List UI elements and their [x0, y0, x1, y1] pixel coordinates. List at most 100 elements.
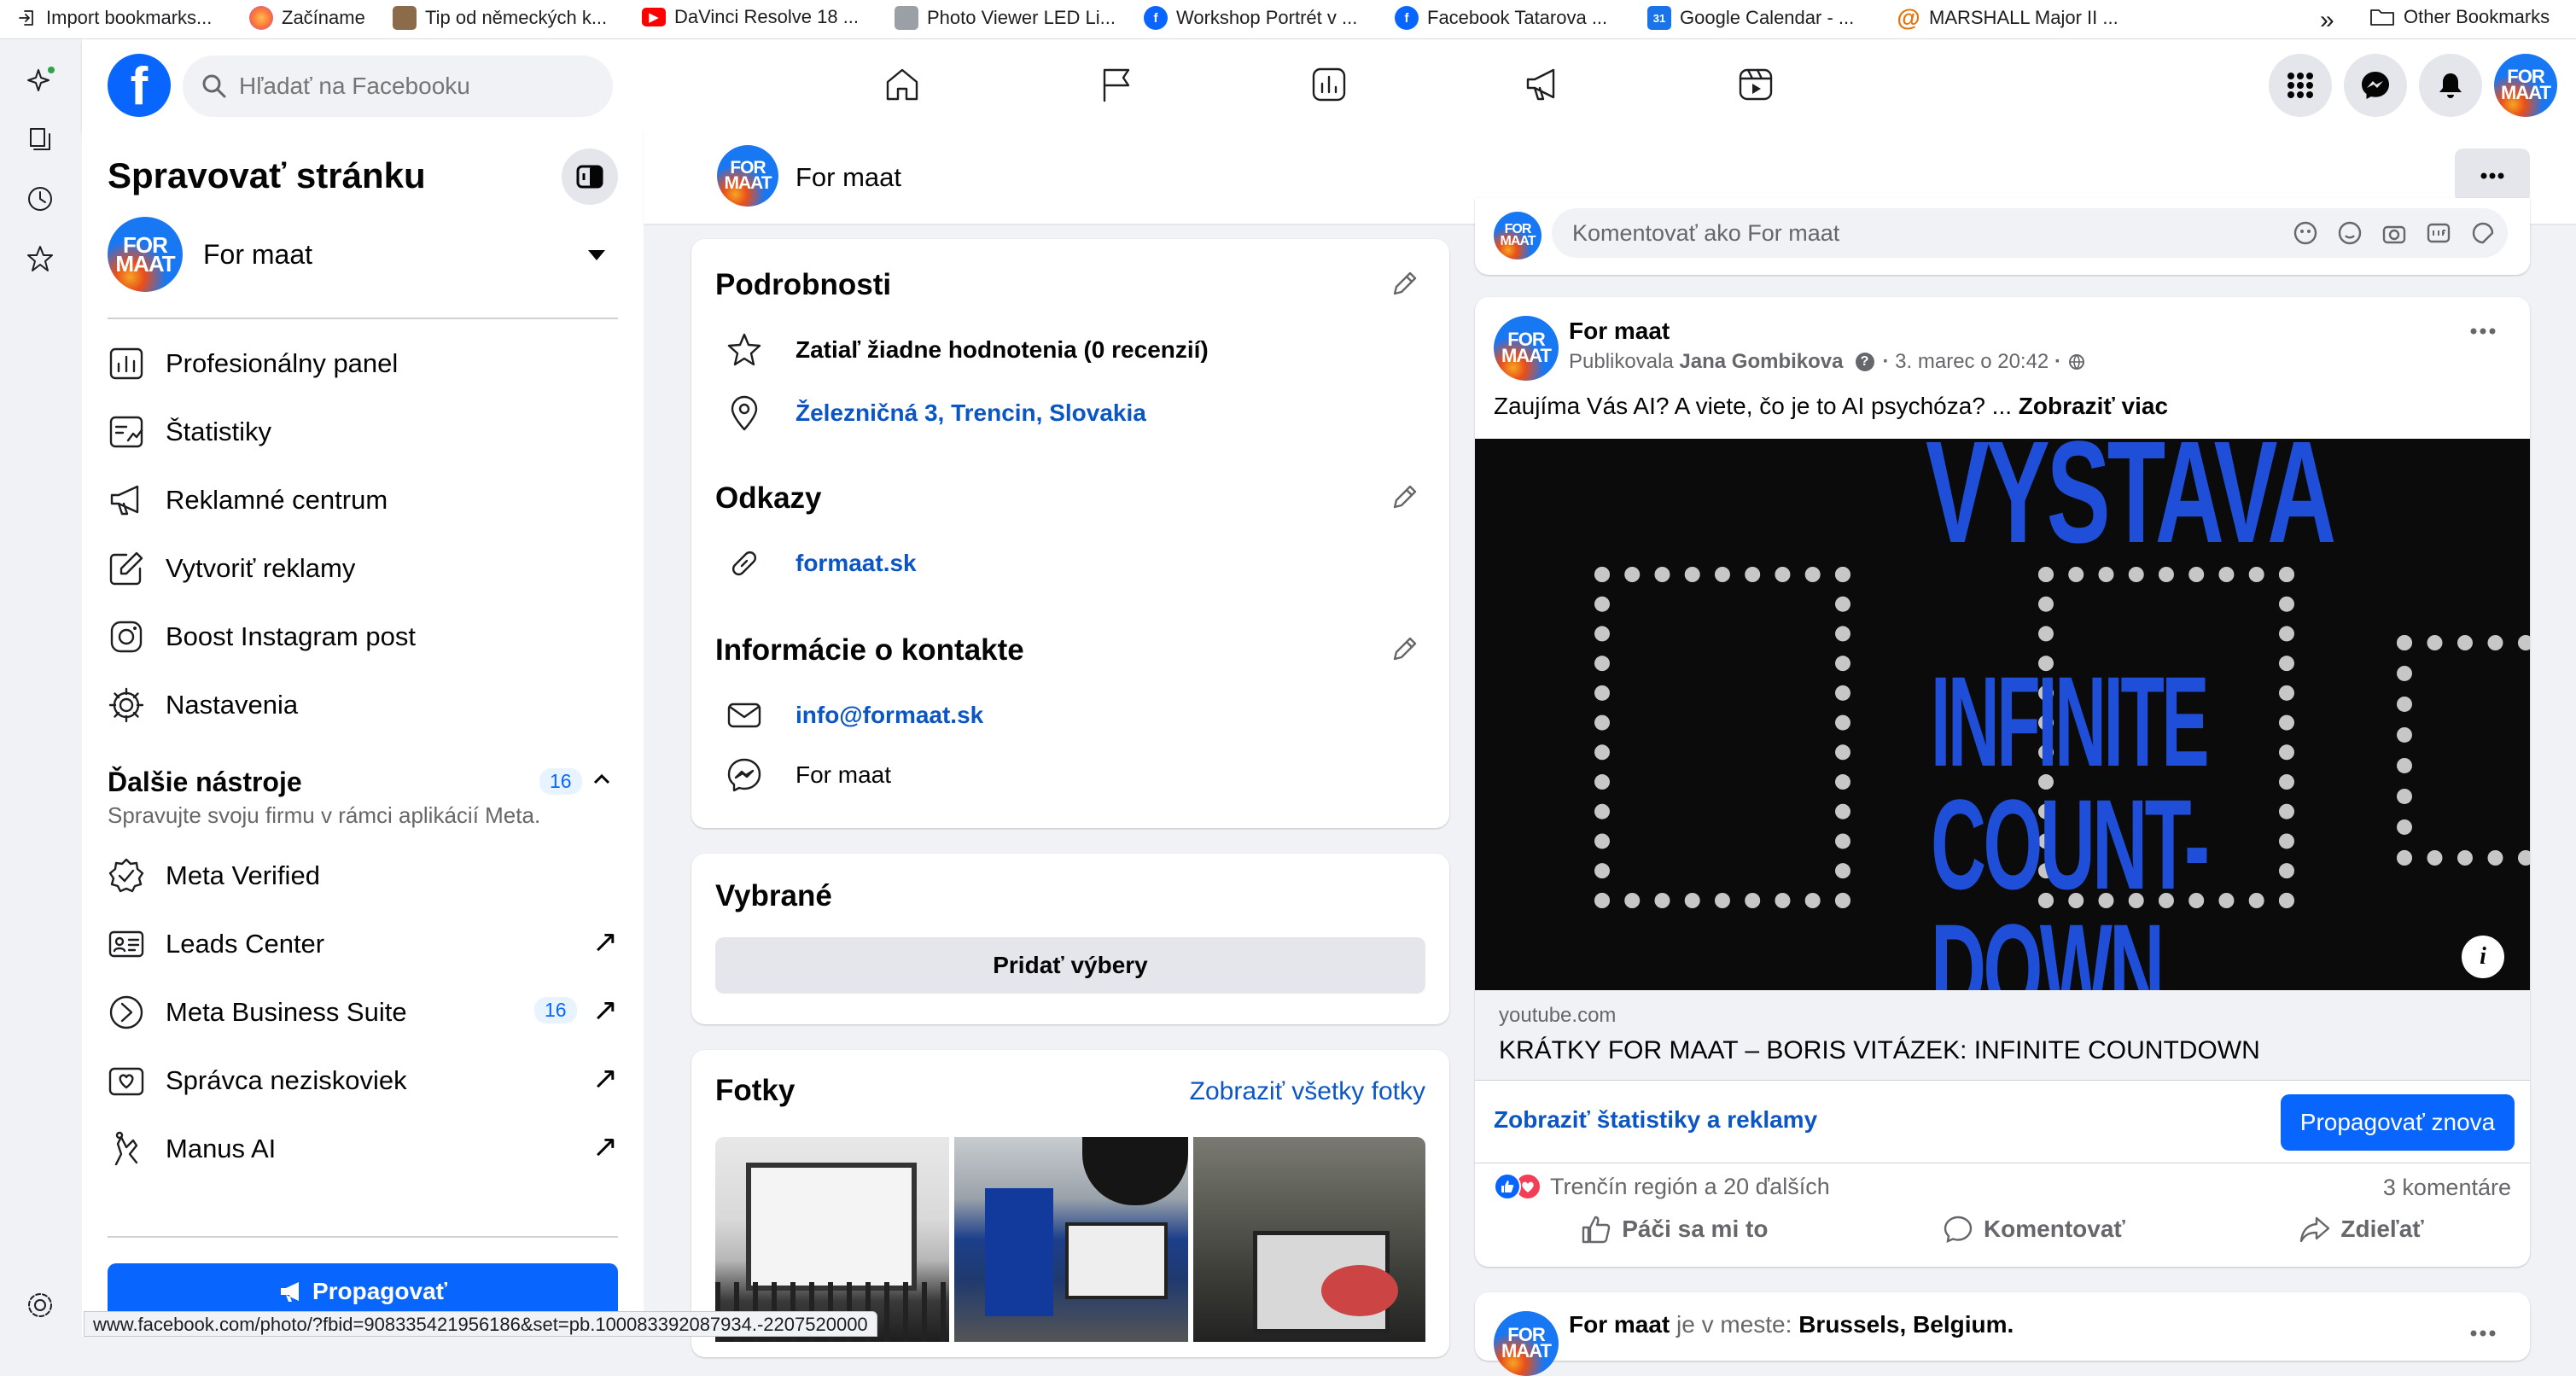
website-row[interactable]: formaat.sk [726, 545, 917, 582]
link-preview[interactable]: youtube.com KRÁTKY FOR MAAT – BORIS VITÁ… [1475, 990, 2530, 1081]
bookmark-item[interactable]: f Workshop Portrét v ... [1144, 6, 1357, 30]
folder-icon [2369, 7, 2395, 27]
reactions-summary[interactable]: Trenčín región a 20 ďalších [1494, 1173, 1830, 1200]
email-link[interactable]: info@formaat.sk [796, 702, 983, 729]
photo-thumbnail[interactable] [1193, 1137, 1425, 1342]
bookmark-import[interactable]: Import bookmarks... [17, 6, 212, 30]
publisher-name[interactable]: Jana Gombikova [1679, 350, 1843, 374]
website-link[interactable]: formaat.sk [796, 550, 917, 577]
chevron-up-icon[interactable] [592, 770, 611, 789]
see-more-link[interactable]: Zobraziť viac [2019, 393, 2168, 419]
sidebar-item-create-ads[interactable]: Vytvoriť reklamy [108, 550, 355, 587]
star-icon[interactable] [26, 244, 55, 273]
photo-thumbnail[interactable] [954, 1137, 1188, 1342]
more-tools-title[interactable]: Ďalšie nástroje [108, 767, 302, 798]
next-post-author[interactable]: For maat [1569, 1311, 1670, 1338]
caret-down-icon[interactable] [587, 249, 606, 261]
post-author[interactable]: For maat [1569, 318, 1670, 345]
boost-again-button[interactable]: Propagovať znova [2281, 1094, 2515, 1151]
facebook-top-bar: f FOR MAAT [82, 39, 2576, 131]
edit-pencil-icon[interactable] [1390, 270, 1419, 299]
bookmark-item[interactable]: @ MARSHALL Major II ... [1897, 4, 2118, 31]
history-icon[interactable] [26, 184, 55, 213]
photos-title: Fotky [715, 1074, 796, 1107]
post-author-avatar[interactable]: FOR MAAT [1494, 316, 1559, 381]
sidebar-item-manus-ai[interactable]: Manus AI [108, 1130, 276, 1168]
bookmark-item[interactable]: Photo Viewer LED Li... [895, 6, 1116, 30]
video-icon[interactable] [1736, 65, 1775, 104]
home-icon[interactable] [883, 65, 922, 104]
settings-icon[interactable] [26, 1291, 55, 1320]
bookmark-item[interactable]: Začíname [249, 6, 365, 30]
share-button[interactable]: Zdieľať [2299, 1214, 2424, 1245]
sidebar-item-leads-center[interactable]: Leads Center [108, 925, 324, 963]
sidebar-item-professional-dashboard[interactable]: Profesionálny panel [108, 345, 398, 382]
page-avatar[interactable]: FOR MAAT [717, 145, 778, 207]
more-options-button[interactable] [2455, 149, 2530, 203]
search-box[interactable] [183, 55, 613, 117]
address-row[interactable]: Železničná 3, Trencin, Slovakia [726, 394, 1146, 432]
messenger-row[interactable]: For maat [726, 756, 891, 794]
video-thumbnail[interactable]: VYSTAVA INFINITE COUNT- DOWN i [1475, 439, 2530, 990]
post-author-avatar[interactable]: FOR MAAT [1494, 1311, 1559, 1376]
switch-view-button[interactable] [562, 149, 618, 205]
avatar-sticker-icon[interactable] [2293, 220, 2318, 246]
sidebar-item-label: Meta Verified [166, 860, 320, 890]
chevron-double-right-icon[interactable]: » [2320, 6, 2334, 35]
comments-count[interactable]: 3 komentáre [2383, 1175, 2511, 1201]
gif-icon[interactable] [2426, 220, 2451, 246]
sidebar-item-nonprofit-manager[interactable]: Správca neziskoviek [108, 1062, 407, 1099]
page-header-name[interactable]: For maat [796, 162, 901, 193]
post-meta: Publikovala Jana Gombikova ? · 3. marec … [1569, 350, 2085, 374]
add-featured-button[interactable]: Pridať výbery [715, 937, 1425, 994]
page-switcher[interactable]: FOR MAAT For maat [108, 217, 312, 292]
post-options-icon[interactable] [2470, 1330, 2496, 1337]
tabs-icon[interactable] [26, 125, 55, 154]
email-row[interactable]: info@formaat.sk [726, 697, 983, 734]
sidebar-item-settings[interactable]: Nastavenia [108, 686, 298, 724]
next-post-place[interactable]: Brussels, Belgium. [1798, 1311, 2014, 1338]
contact-title: Informácie o kontakte [715, 633, 1024, 667]
messenger-icon[interactable] [2344, 54, 2407, 117]
bookmark-item[interactable]: Tip od německých k... [393, 6, 607, 30]
info-icon[interactable]: i [2462, 936, 2504, 978]
bookmark-item[interactable]: 31 Google Calendar - ... [1647, 6, 1854, 30]
edit-pencil-icon[interactable] [1390, 635, 1419, 664]
other-bookmarks[interactable]: Other Bookmarks [2369, 6, 2550, 28]
sidebar-item-ad-center[interactable]: Reklamné centrum [108, 481, 388, 519]
menu-grid-icon[interactable] [2269, 54, 2332, 117]
page-avatar: FOR MAAT [108, 217, 183, 292]
sidebar-item-label: Manus AI [166, 1134, 277, 1163]
megaphone-icon[interactable] [1523, 65, 1562, 104]
post-body: Zaujíma Vás AI? A viete, čo je to AI psy… [1494, 393, 2013, 419]
emoji-icon[interactable] [2337, 220, 2363, 246]
sidebar-item-meta-verified[interactable]: Meta Verified [108, 857, 320, 895]
link-title: KRÁTKY FOR MAAT – BORIS VITÁZEK: INFINIT… [1499, 1036, 2260, 1064]
like-button[interactable]: Páči sa mi to [1581, 1214, 1768, 1245]
bookmark-item[interactable]: ▶ DaVinci Resolve 18 ... [642, 6, 859, 28]
bookmark-label: Photo Viewer LED Li... [927, 7, 1116, 28]
notifications-bell-icon[interactable] [2419, 54, 2482, 117]
insights-chart-icon[interactable] [1309, 65, 1349, 104]
facebook-logo-icon[interactable]: f [108, 54, 171, 117]
comment-button[interactable]: Komentovať [1943, 1214, 2125, 1245]
sidebar-item-business-suite[interactable]: Meta Business Suite [108, 994, 407, 1031]
account-avatar[interactable]: FOR MAAT [2494, 54, 2557, 117]
divider [108, 318, 618, 319]
camera-icon[interactable] [2381, 220, 2407, 246]
address-link[interactable]: Železničná 3, Trencin, Slovakia [796, 399, 1146, 427]
sidebar-item-boost-instagram[interactable]: Boost Instagram post [108, 618, 416, 656]
search-input[interactable] [239, 73, 580, 100]
flag-icon[interactable] [1096, 65, 1135, 104]
business-suite-icon [108, 994, 166, 1031]
bookmark-item[interactable]: f Facebook Tatarova ... [1395, 6, 1607, 30]
sidebar-item-statistics[interactable]: Štatistiky [108, 413, 271, 451]
post-options-icon[interactable] [2470, 328, 2496, 335]
sticker-icon[interactable] [2470, 220, 2496, 246]
post-date[interactable]: 3. marec o 20:42 [1895, 350, 2049, 374]
view-stats-link[interactable]: Zobraziť štatistiky a reklamy [1494, 1106, 1817, 1134]
sparkle-icon[interactable] [26, 65, 56, 96]
edit-pencil-icon[interactable] [1390, 483, 1419, 512]
see-all-photos-link[interactable]: Zobraziť všetky fotky [1190, 1077, 1425, 1106]
reactions-text: Trenčín región a 20 ďalších [1550, 1173, 1830, 1199]
